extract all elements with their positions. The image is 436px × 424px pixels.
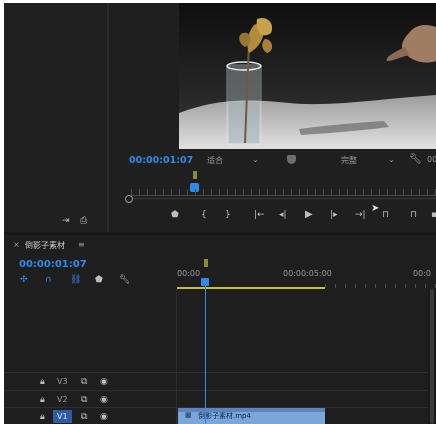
lock-icon[interactable]: 🔒︎ <box>40 412 45 422</box>
chevron-down-icon: ⌄ <box>252 155 259 164</box>
track-header-v3[interactable]: 🔒︎ V3 ⧉ ◉ <box>4 374 176 392</box>
timeline-ruler[interactable]: 00:00 00:00:05:00 00:0 <box>177 259 436 289</box>
program-zoom-bar[interactable] <box>133 198 436 199</box>
video-image <box>179 3 436 149</box>
source-monitor-panel: ⇥ ⎙ <box>4 3 107 232</box>
timeline-tab-title[interactable]: 倒影子素材 <box>25 240 65 251</box>
in-point-icon[interactable]: { <box>201 210 207 220</box>
track-name-v1[interactable]: V1 <box>53 410 72 423</box>
track-name-v2[interactable]: V2 <box>57 395 68 404</box>
eye-icon[interactable]: ◉ <box>100 412 108 422</box>
extract-icon[interactable]: ⊓ <box>410 210 417 220</box>
work-area-bar[interactable] <box>177 287 325 289</box>
playhead-marker[interactable] <box>193 171 197 179</box>
track-name-v3[interactable]: V3 <box>57 377 68 386</box>
marker-icon[interactable]: ⬟ <box>171 210 179 220</box>
track-header-v1[interactable]: 🔒︎ V1 ⧉ ◉ <box>4 409 176 424</box>
quality-select-value: 完整 <box>341 156 357 165</box>
snap-magnet-icon[interactable]: ∩ <box>45 275 52 285</box>
track-header-v2[interactable]: 🔒︎ V2 ⧉ ◉ <box>4 392 176 410</box>
scrollbar-thumb[interactable] <box>430 289 434 424</box>
sync-lock-icon[interactable]: ⧉ <box>81 377 87 387</box>
ruler-label-end: 00:0 <box>413 269 431 278</box>
program-timecode-right: 00 <box>427 155 436 164</box>
lock-icon[interactable]: 🔒︎ <box>40 395 45 405</box>
export-frame-icon[interactable]: ⎙ <box>80 216 87 226</box>
lift-icon[interactable]: ⊓ <box>382 210 389 220</box>
quality-marker-icon[interactable] <box>287 155 296 164</box>
wrench-icon[interactable]: 🔧︎ <box>409 155 422 165</box>
track-separator <box>4 372 436 373</box>
timeline-timecode[interactable]: 00:00:01:07 <box>19 259 87 270</box>
lock-icon[interactable]: 🔒︎ <box>40 377 45 387</box>
linked-selection-icon[interactable]: ⛓ <box>70 275 81 285</box>
insert-icon[interactable]: ⇥ <box>62 216 70 226</box>
tab-close-button[interactable]: × <box>13 240 20 249</box>
step-forward-icon[interactable]: |▸ <box>330 210 338 220</box>
zoom-handle[interactable] <box>125 195 133 203</box>
fit-select-value: 适合 <box>207 156 223 165</box>
ruler-label-start: 00:00 <box>177 269 201 278</box>
premiere-window: ⇥ ⎙ 00:00:01:07 适合 ⌄ 完整 ⌄ 🔧︎ 00 ⬟ {} |←… <box>4 3 436 424</box>
timeline-settings-wrench-icon[interactable]: 🔧︎ <box>119 275 130 285</box>
overflow-icon[interactable]: ▪ <box>431 210 436 220</box>
clip-fx-icon: ▦ <box>185 411 192 419</box>
sync-lock-icon[interactable]: ⧉ <box>81 395 87 405</box>
step-back-icon[interactable]: ◂| <box>279 210 287 220</box>
chevron-down-icon: ⌄ <box>388 155 395 164</box>
video-frame <box>179 3 436 149</box>
quality-select[interactable]: 完整 ⌄ <box>341 155 395 166</box>
timeline-playhead-line[interactable] <box>205 284 206 424</box>
program-monitor-panel: 00:00:01:07 适合 ⌄ 完整 ⌄ 🔧︎ 00 ⬟ { } |← ◂| … <box>109 3 436 232</box>
sync-lock-icon[interactable]: ⧉ <box>81 412 87 422</box>
transport-controls: ⬟ { } |← ◂| ▶ |▸ →| ⊓ ⊓ ▪ <box>109 208 436 222</box>
program-timecode[interactable]: 00:00:01:07 <box>129 155 193 166</box>
go-to-out-icon[interactable]: →| <box>355 210 366 220</box>
eye-icon[interactable]: ◉ <box>100 377 108 387</box>
insert-overwrite-icon[interactable]: ✣ <box>20 275 28 285</box>
timeline-panel: × 倒影子素材 ≡ 00:00:01:07 ✣ ∩ ⛓ ⬟ 🔧︎ 00:00 0… <box>4 235 436 424</box>
timeline-vertical-scrollbar[interactable] <box>428 289 436 424</box>
video-clip-v1[interactable]: ▦ 倒影子素材.mp4 <box>178 408 325 424</box>
track-headers-divider[interactable] <box>176 289 177 424</box>
add-marker-icon[interactable]: ⬟ <box>95 275 103 285</box>
out-point-icon[interactable]: } <box>225 210 231 220</box>
eye-icon[interactable]: ◉ <box>100 395 108 405</box>
timeline-playhead-marker[interactable] <box>204 259 208 267</box>
program-mini-ruler[interactable] <box>131 189 436 196</box>
fit-select[interactable]: 适合 ⌄ <box>207 155 259 166</box>
tab-menu-button[interactable]: ≡ <box>78 240 85 249</box>
mouse-cursor: ➤ <box>371 203 380 214</box>
play-icon[interactable]: ▶ <box>305 210 313 220</box>
ruler-ticks <box>325 284 436 288</box>
ruler-label-5s: 00:00:05:00 <box>283 269 332 278</box>
go-to-in-icon[interactable]: |← <box>254 210 265 220</box>
